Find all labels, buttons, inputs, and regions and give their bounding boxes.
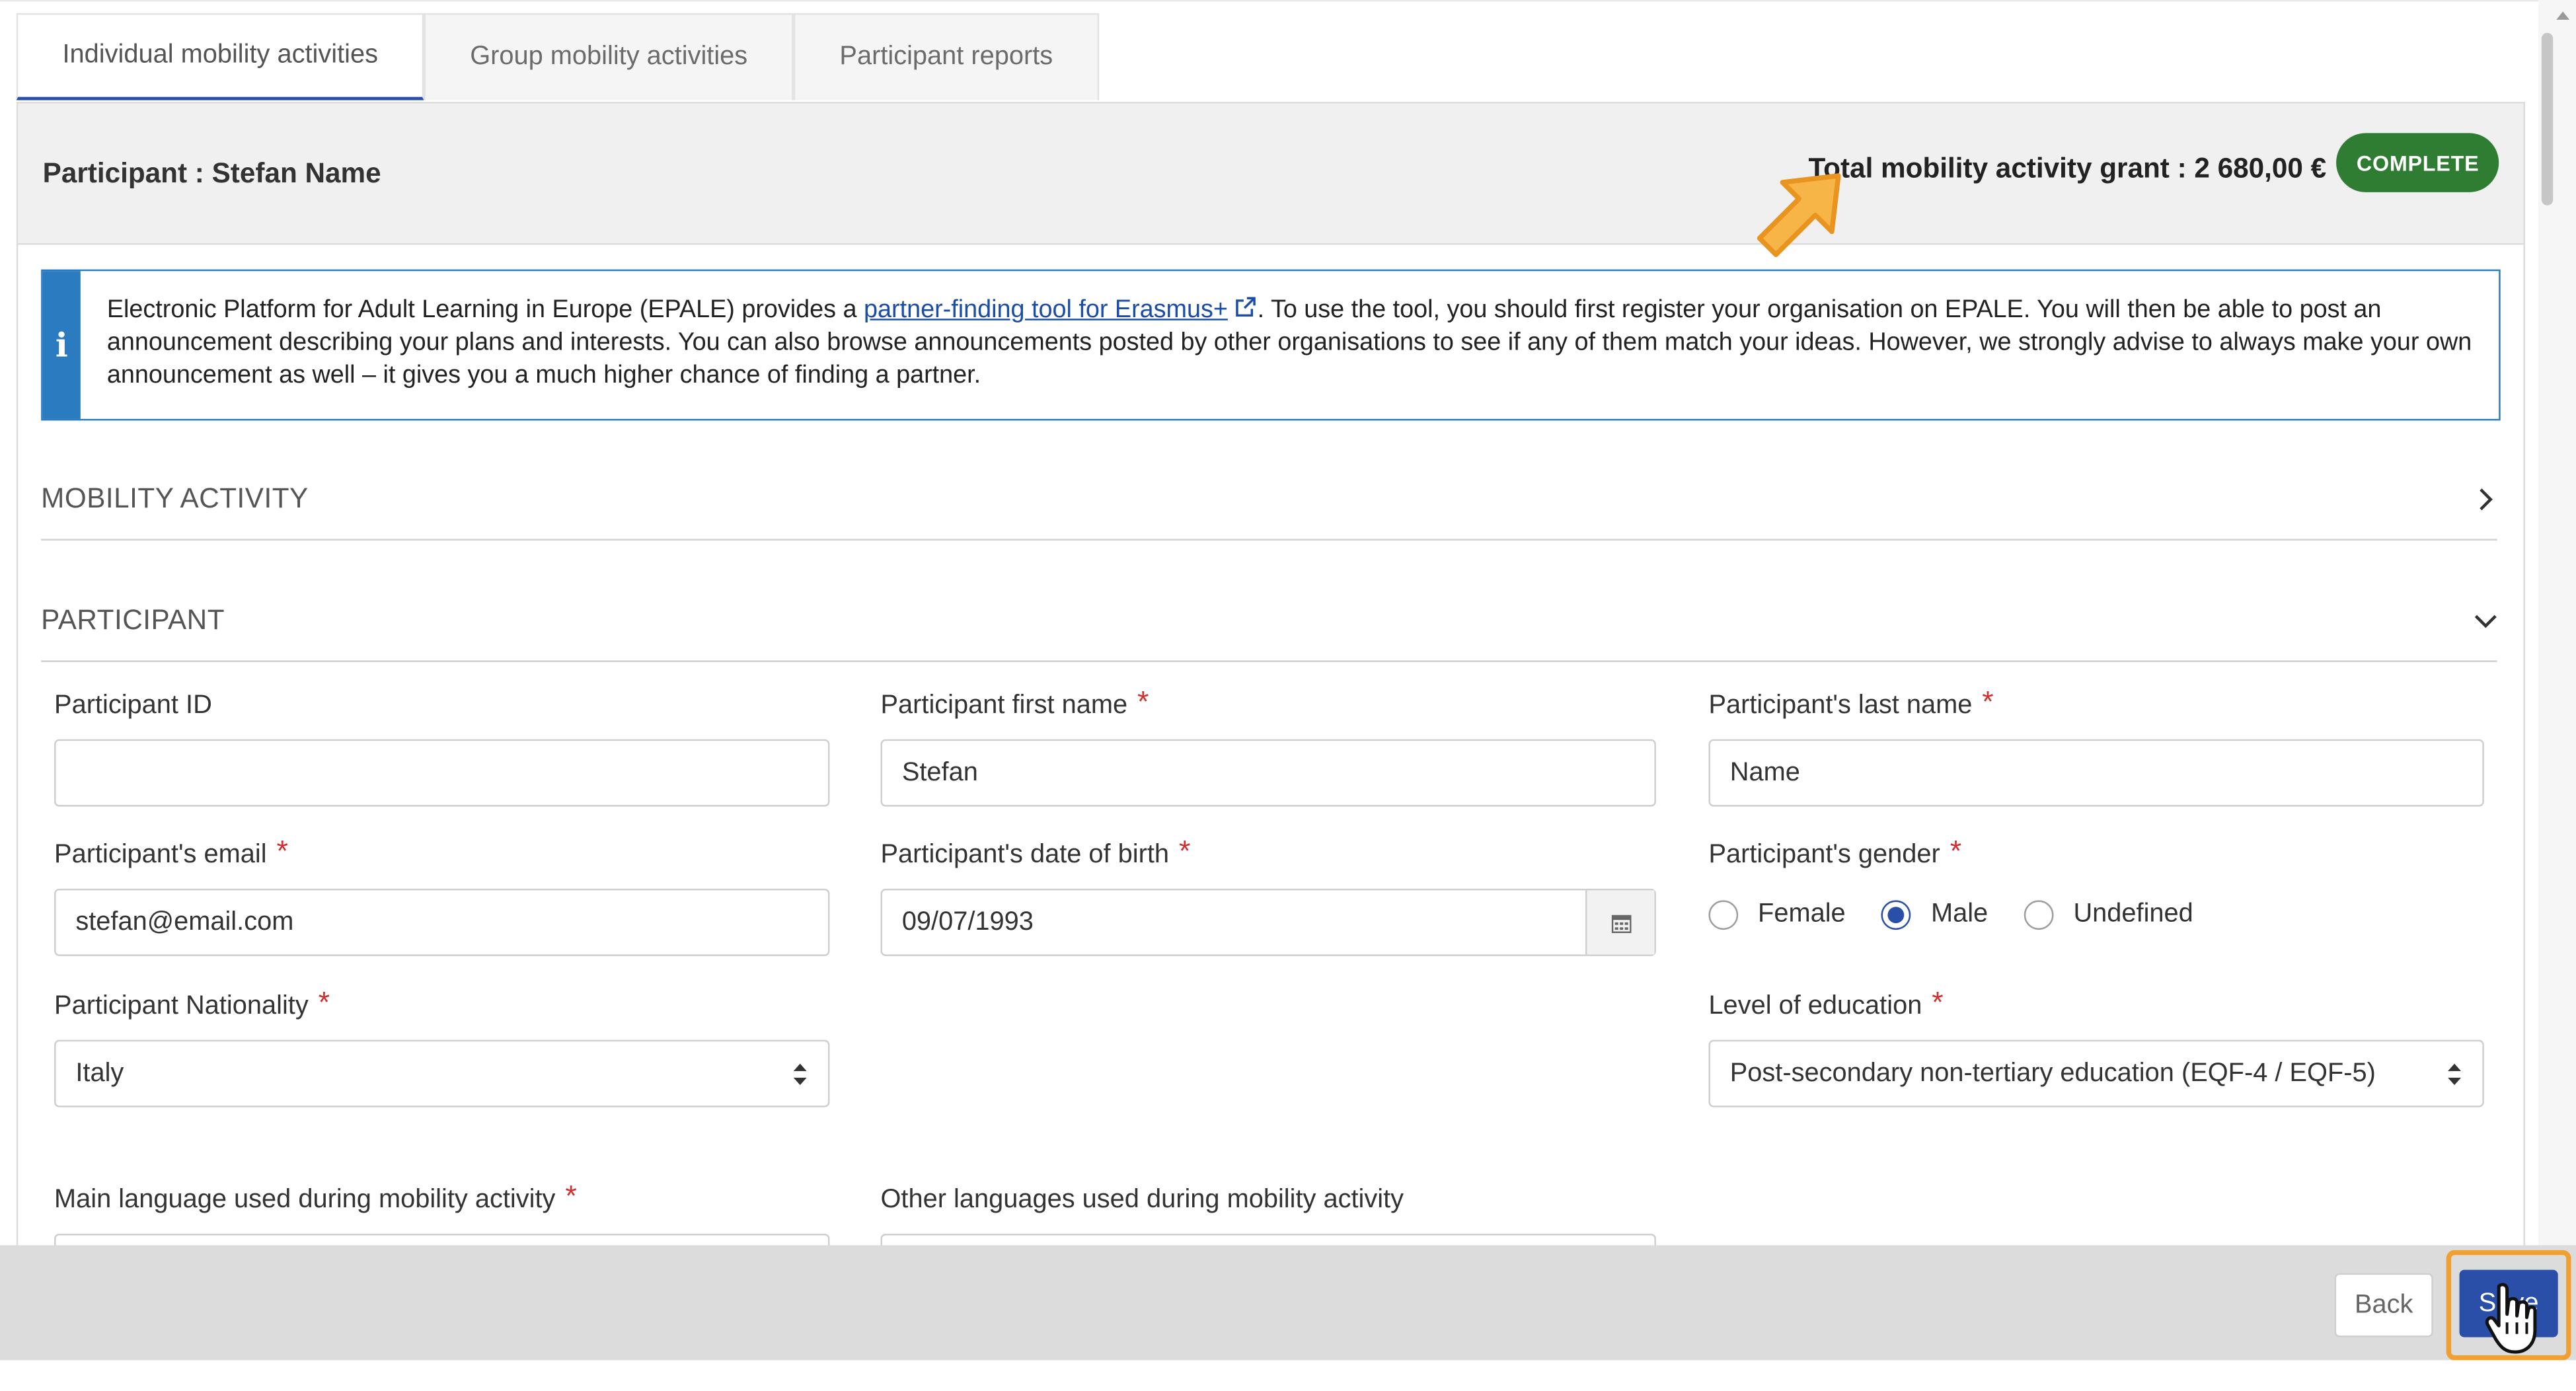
calendar-button[interactable] [1585, 890, 1655, 955]
gender-female[interactable]: Female [1708, 900, 1846, 930]
partner-finding-link[interactable]: partner-finding tool for Erasmus+ [864, 295, 1228, 323]
field-last-name: Participant's last name * [1708, 684, 2484, 807]
field-email: Participant's email * [54, 833, 830, 956]
info-box: i Electronic Platform for Adult Learning… [41, 269, 2501, 421]
gender-male[interactable]: Male [1881, 900, 1988, 930]
scrollbar-thumb[interactable] [2541, 32, 2554, 206]
highlight-arrow-icon [1757, 173, 1841, 258]
required-mark: * [276, 833, 288, 867]
scroll-up-icon[interactable] [2556, 10, 2570, 23]
gender-undefined[interactable]: Undefined [2024, 900, 2193, 930]
back-button[interactable]: Back [2334, 1273, 2433, 1337]
page: Individual mobility activities Group mob… [0, 0, 2576, 1384]
tab-bar: Individual mobility activities Group mob… [16, 13, 1099, 102]
status-badge: COMPLETE [2337, 133, 2499, 192]
chevron-right-icon [2480, 488, 2493, 511]
gender-radio-group: Female Male Undefined [1708, 892, 2229, 938]
field-participant-id: Participant ID [54, 687, 830, 807]
field-education: Level of education * Post-secondary non-t… [1708, 985, 2484, 1108]
field-first-name: Participant first name * [880, 684, 1656, 807]
select-arrows-icon [793, 1063, 807, 1084]
required-mark: * [1982, 684, 1994, 718]
tab-group-mobility[interactable]: Group mobility activities [424, 13, 794, 100]
first-name-input[interactable] [880, 739, 1656, 807]
gender-male-label: Male [1930, 900, 1989, 928]
section-participant[interactable]: PARTICIPANT [41, 582, 2497, 662]
info-text: Electronic Platform for Adult Learning i… [81, 271, 2499, 419]
page-bottom [0, 1360, 2576, 1384]
gender-undefined-label: Undefined [2073, 900, 2193, 928]
email-input[interactable] [54, 888, 830, 956]
info-icon: i [42, 271, 81, 419]
radio-female[interactable] [1708, 900, 1739, 930]
field-nationality: Participant Nationality * Italy [54, 985, 830, 1108]
participant-title: Participant : Stefan Name [42, 157, 381, 189]
total-grant: Total mobility activity grant : 2 680,00… [1808, 153, 2327, 184]
label-participant-id: Participant ID [54, 691, 212, 720]
gender-female-label: Female [1758, 900, 1846, 928]
label-email: Participant's email * [54, 833, 288, 870]
dob-input[interactable] [882, 890, 1585, 955]
field-dob: Participant's date of birth * [880, 833, 1656, 956]
tab-individual-mobility[interactable]: Individual mobility activities [16, 13, 424, 100]
field-gender: Participant's gender * Female Male Undefi… [1708, 833, 2229, 938]
label-education: Level of education * [1708, 985, 1944, 1020]
label-last-name: Participant's last name * [1708, 684, 1994, 720]
required-mark: * [318, 985, 330, 1018]
education-value: Post-secondary non-tertiary education (E… [1729, 1059, 2376, 1087]
nationality-value: Italy [75, 1059, 124, 1087]
tab-participant-reports[interactable]: Participant reports [793, 13, 1099, 100]
select-arrows-icon [2448, 1063, 2462, 1084]
label-other-languages: Other languages used during mobility act… [880, 1185, 1404, 1215]
label-gender: Participant's gender * [1708, 833, 1962, 870]
hand-cursor-icon [2485, 1283, 2537, 1354]
education-select[interactable]: Post-secondary non-tertiary education (E… [1708, 1039, 2484, 1108]
section-title-mobility: MOBILITY ACTIVITY [41, 482, 309, 515]
chevron-down-icon [2474, 615, 2497, 628]
footer-bar: Back Save [0, 1245, 2576, 1361]
radio-undefined[interactable] [2024, 900, 2054, 930]
section-mobility-activity[interactable]: MOBILITY ACTIVITY [41, 460, 2497, 541]
required-mark: * [1137, 684, 1149, 718]
section-title-participant: PARTICIPANT [41, 604, 225, 636]
calendar-icon [1610, 914, 1631, 932]
label-main-language: Main language used during mobility activ… [54, 1178, 577, 1215]
required-mark: * [1950, 833, 1962, 867]
info-text-before: Electronic Platform for Adult Learning i… [106, 295, 864, 324]
participant-id-input[interactable] [54, 739, 830, 807]
nationality-select[interactable]: Italy [54, 1039, 830, 1108]
participant-panel: Participant : Stefan Name Total mobility… [16, 102, 2525, 1301]
required-mark: * [565, 1178, 577, 1212]
external-link-icon [1236, 297, 1256, 317]
dob-picker [880, 888, 1656, 956]
required-mark: * [1178, 833, 1191, 867]
label-first-name: Participant first name * [880, 684, 1149, 720]
top-border [0, 0, 2538, 2]
label-dob: Participant's date of birth * [880, 833, 1191, 870]
radio-male[interactable] [1881, 900, 1912, 930]
label-nationality: Participant Nationality * [54, 985, 330, 1020]
panel-header: Participant : Stefan Name Total mobility… [18, 103, 2524, 245]
last-name-input[interactable] [1708, 739, 2484, 807]
required-mark: * [1932, 985, 1944, 1018]
